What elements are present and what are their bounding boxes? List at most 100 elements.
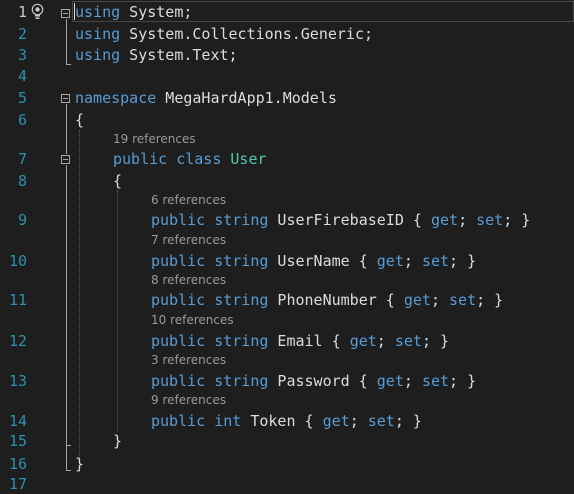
code-line[interactable]: 14 public int Token { get; set; }: [0, 411, 574, 431]
line-number: 8: [17, 172, 27, 190]
line-number: 6: [17, 111, 27, 129]
code-token: set: [449, 291, 477, 309]
code-text[interactable]: public string Password { get; set; }: [151, 371, 476, 391]
code-token: ;: [430, 291, 450, 309]
code-token: get: [349, 332, 377, 350]
line-number: 4: [17, 67, 27, 85]
line-number: 17: [8, 475, 27, 493]
code-token: public: [151, 252, 206, 270]
code-token: get: [403, 291, 431, 309]
text-caret: [74, 3, 75, 20]
code-token: namespace: [75, 89, 157, 107]
codelens-references[interactable]: 19 references: [113, 131, 196, 147]
line-number: 3: [17, 46, 27, 64]
code-line[interactable]: 2 using System.Collections.Generic;: [0, 24, 574, 44]
code-line[interactable]: 16 }: [0, 454, 574, 474]
codelens-references[interactable]: 9 references: [151, 392, 226, 408]
line-number: 9: [17, 211, 27, 229]
code-text[interactable]: {: [113, 171, 122, 191]
code-text[interactable]: {: [75, 110, 84, 130]
code-line[interactable]: 15 }: [0, 431, 574, 451]
code-token: {: [113, 172, 123, 190]
line-number: 2: [17, 25, 27, 43]
code-line[interactable]: 3 using System.Text;: [0, 45, 574, 65]
code-token: set: [421, 372, 450, 390]
code-token: ;: [349, 412, 368, 430]
code-line[interactable]: 9 public string UserFirebaseID { get; se…: [0, 210, 574, 230]
code-editor[interactable]: 1 using System; 2 using System.Collectio…: [0, 0, 574, 493]
code-token: public: [151, 412, 206, 430]
code-text[interactable]: using System.Collections.Generic;: [75, 24, 373, 44]
code-token: System.Collections.Generic;: [120, 25, 374, 43]
code-line[interactable]: 17: [0, 474, 574, 494]
code-text[interactable]: public string UserFirebaseID { get; set;…: [151, 210, 530, 230]
code-line[interactable]: 11 public string PhoneNumber { get; set;…: [0, 290, 574, 310]
code-token: MegaHardApp1.Models: [156, 89, 337, 107]
code-token: get: [376, 372, 404, 390]
code-token: Token {: [241, 412, 323, 430]
code-line[interactable]: 12 public string Email { get; set; }: [0, 331, 574, 351]
code-line[interactable]: 7 public class User: [0, 149, 574, 169]
code-token: ;: [376, 332, 395, 350]
codelens-references[interactable]: 6 references: [151, 192, 226, 208]
code-token: ; }: [476, 291, 504, 309]
code-line[interactable]: 10 public string UserName { get; set; }: [0, 251, 574, 271]
code-token: class: [176, 150, 222, 168]
code-text[interactable]: public string Email { get; set; }: [151, 331, 449, 351]
line-number: 13: [8, 372, 27, 390]
code-token: UserFirebaseID {: [268, 211, 431, 229]
line-number: 5: [17, 89, 27, 107]
code-token: get: [322, 412, 350, 430]
code-line[interactable]: 8 {: [0, 171, 574, 191]
code-text[interactable]: }: [113, 431, 122, 451]
codelens-references[interactable]: 7 references: [151, 232, 226, 248]
code-token: {: [75, 111, 85, 129]
code-token: string: [214, 372, 269, 390]
code-token: string: [214, 291, 269, 309]
code-text[interactable]: using System.Text;: [75, 45, 238, 65]
code-line[interactable]: 5 namespace MegaHardApp1.Models: [0, 88, 574, 108]
code-text[interactable]: public class User: [113, 149, 267, 169]
code-token: ;: [403, 372, 422, 390]
code-token: set: [394, 332, 422, 350]
code-line[interactable]: 4: [0, 66, 574, 86]
code-token: string: [214, 332, 269, 350]
line-number: 1: [17, 3, 27, 21]
codelens-references[interactable]: 8 references: [151, 272, 226, 288]
code-token: ;: [403, 252, 422, 270]
code-text[interactable]: }: [75, 454, 84, 474]
codelens-references[interactable]: 3 references: [151, 352, 226, 368]
code-token: string: [214, 211, 269, 229]
code-text[interactable]: public string PhoneNumber { get; set; }: [151, 290, 503, 310]
code-token: }: [113, 432, 123, 450]
code-text[interactable]: public int Token { get; set; }: [151, 411, 422, 431]
line-number: 11: [8, 291, 27, 309]
code-token: public: [151, 372, 206, 390]
code-token: using: [75, 25, 121, 43]
code-text[interactable]: using System;: [75, 2, 192, 22]
code-line[interactable]: 13 public string Password { get; set; }: [0, 371, 574, 391]
code-text[interactable]: public string UserName { get; set; }: [151, 251, 476, 271]
code-token: public: [151, 291, 206, 309]
code-token: User: [230, 150, 267, 168]
code-token: ; }: [394, 412, 422, 430]
code-token: int: [214, 412, 242, 430]
code-line[interactable]: 1 using System;: [0, 2, 574, 22]
code-token: set: [367, 412, 395, 430]
code-line[interactable]: 6 {: [0, 110, 574, 130]
code-token: get: [430, 211, 459, 229]
code-text[interactable]: namespace MegaHardApp1.Models: [75, 88, 337, 108]
codelens-references[interactable]: 10 references: [151, 312, 234, 328]
line-number: 10: [8, 252, 27, 270]
line-number: 7: [17, 150, 27, 168]
code-token: PhoneNumber {: [268, 291, 404, 309]
code-token: get: [376, 252, 404, 270]
line-number: 16: [8, 455, 27, 473]
